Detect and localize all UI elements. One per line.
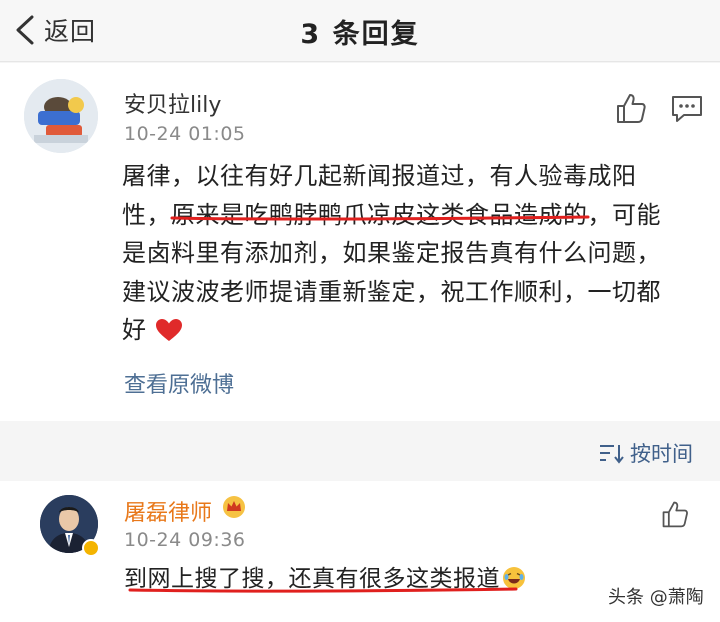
red-underline-annotation: [128, 587, 518, 593]
comment-body: 屠律，以往有好几起新闻报道过，有人验毒成阳 性，原来是吃鸭脖鸭爪凉皮这类食品造成…: [122, 157, 706, 350]
page-title: 3 条回复: [300, 19, 420, 50]
sort-by-time-button[interactable]: 按时间: [598, 438, 693, 468]
avatar-image: [24, 79, 98, 153]
comment-line: 屠律，以往有好几起新闻报道过，有人验毒成阳: [122, 162, 637, 190]
timestamp: 10-24 01:05: [124, 123, 246, 145]
comment-line: 是卤料里有添加剂，如果鉴定报告真有什么问题，: [122, 239, 661, 267]
original-comment: 安贝拉lily 10-24 01:05 屠律，以往有好几起新闻报道过，有人验毒成…: [0, 63, 720, 421]
username[interactable]: 屠磊律师: [124, 495, 212, 527]
sort-icon: [600, 445, 624, 464]
comment-line-last: 好: [122, 311, 706, 350]
thumbs-up-icon[interactable]: [660, 499, 690, 529]
avatar[interactable]: [24, 79, 98, 153]
watermark: 头条 @萧陶: [608, 587, 704, 608]
comment-line: 好: [122, 316, 147, 344]
nav-header: 返回 3 条回复: [0, 0, 720, 62]
view-original-link[interactable]: 查看原微博: [124, 367, 234, 399]
comment-icon[interactable]: [670, 93, 704, 125]
crown-icon: [223, 496, 245, 518]
timestamp: 10-24 09:36: [124, 529, 246, 551]
red-underline-annotation: [170, 215, 590, 221]
verified-badge-icon: [82, 539, 100, 557]
red-heart-icon: [155, 319, 182, 341]
thumbs-up-icon[interactable]: [614, 91, 648, 125]
sort-label: 按时间: [630, 442, 693, 466]
username[interactable]: 安贝拉lily: [124, 87, 221, 119]
comment-line: 建议波波老师提请重新鉴定，祝工作顺利，一切都: [122, 277, 661, 306]
